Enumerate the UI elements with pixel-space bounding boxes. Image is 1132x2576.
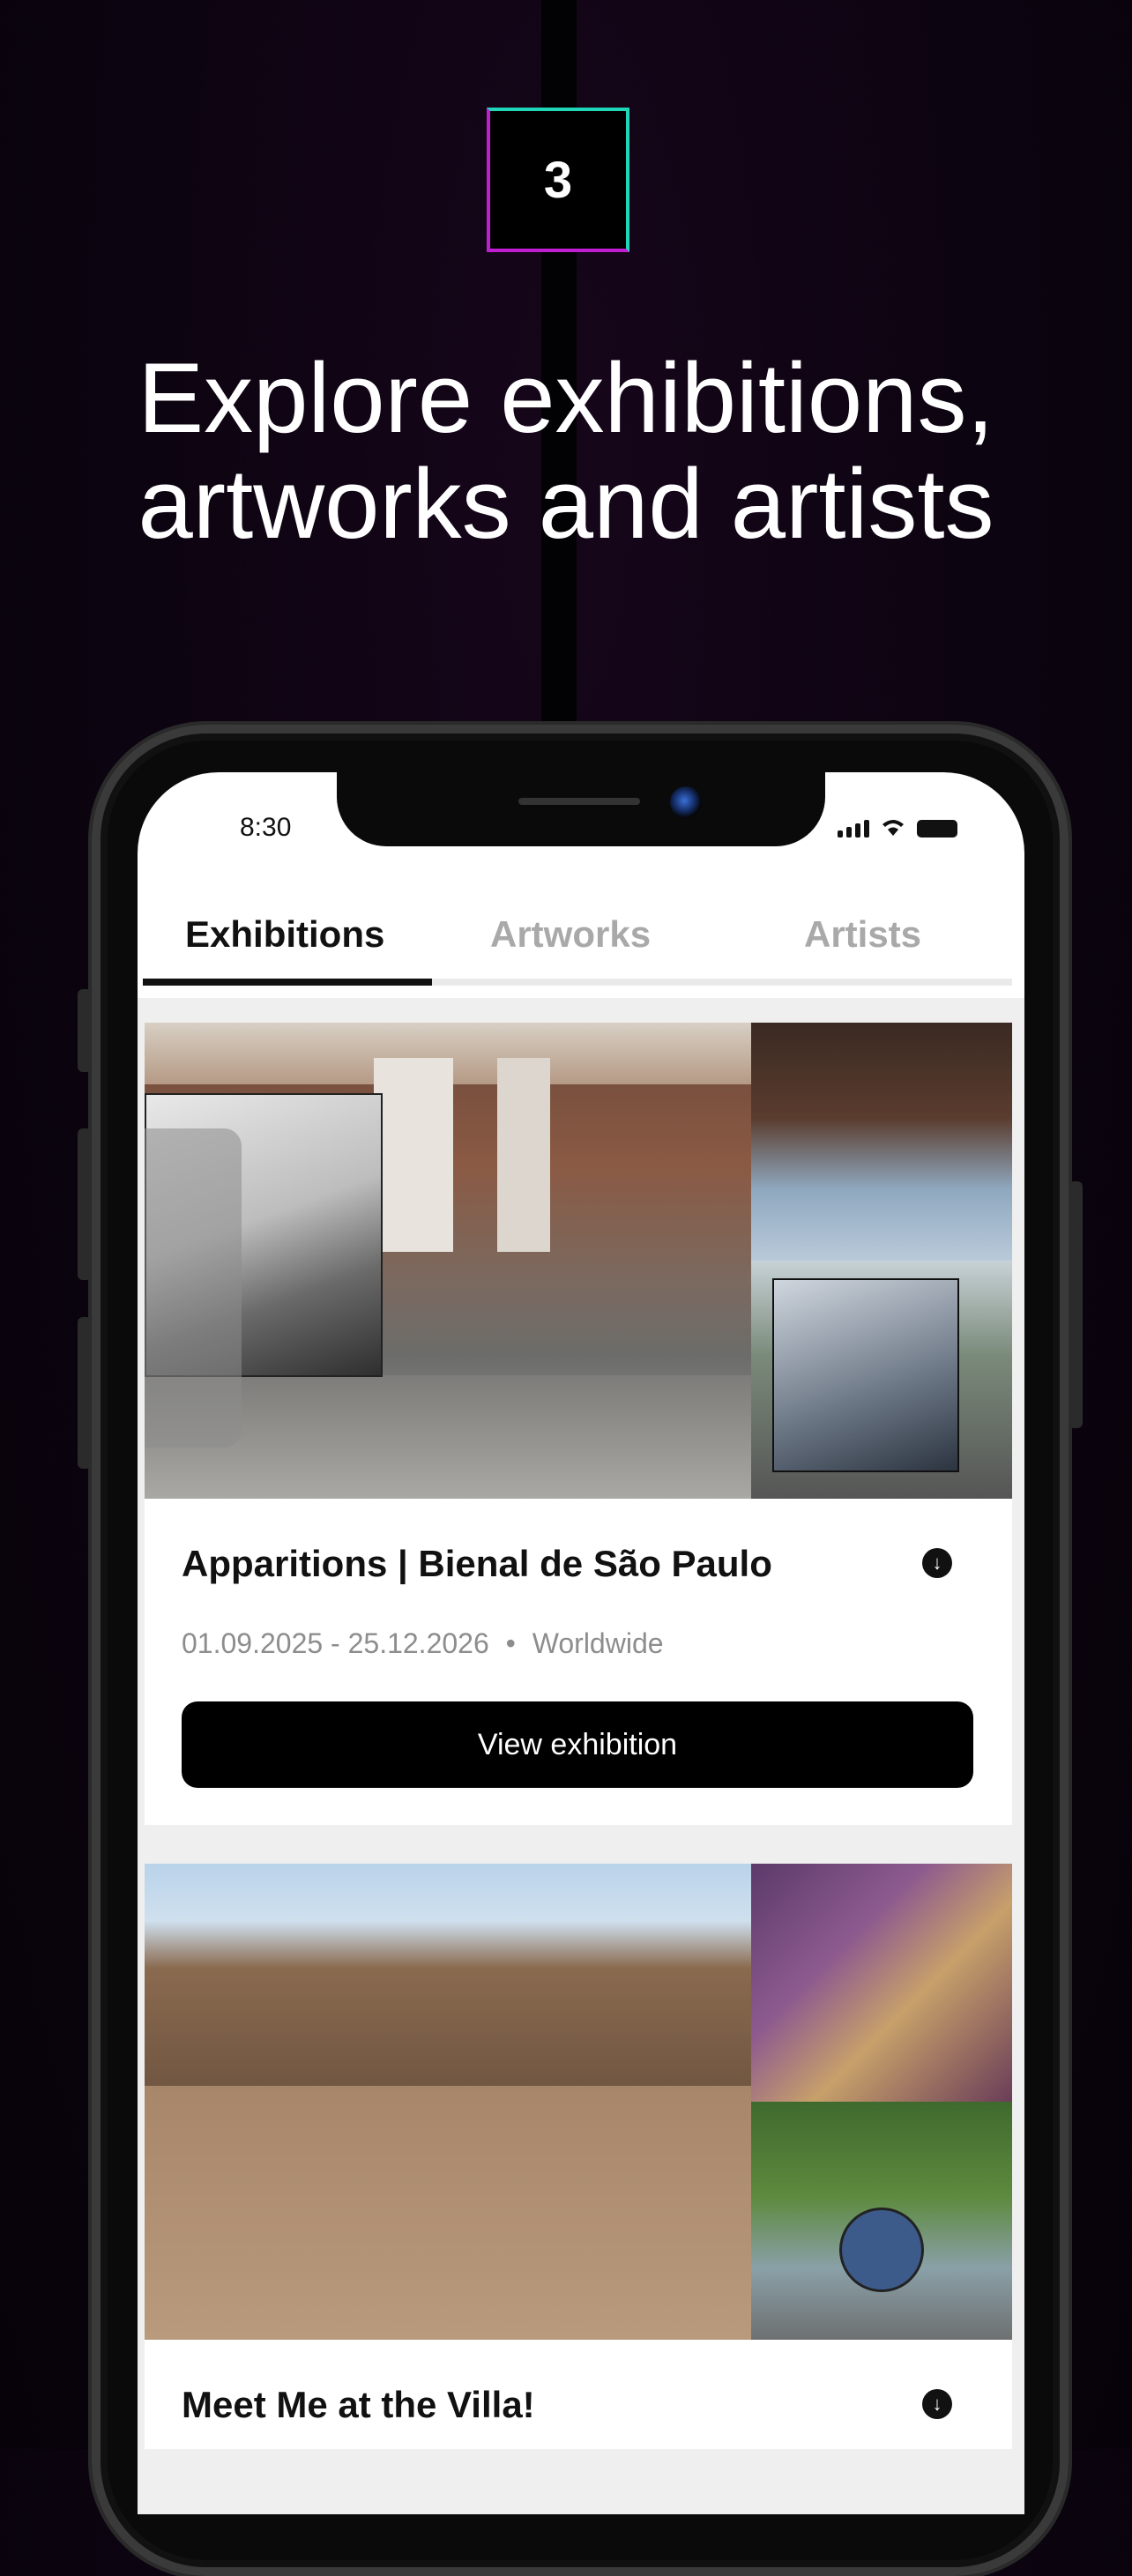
step-number: 3 xyxy=(543,151,573,209)
phone-notch xyxy=(337,772,825,846)
tab-exhibitions[interactable]: Exhibitions xyxy=(185,913,384,956)
exhibition-meta: 01.09.2025 - 25.12.2026 • Worldwide xyxy=(182,1627,664,1660)
phone-power-button xyxy=(1069,1181,1083,1428)
exhibition-dates: 01.09.2025 - 25.12.2026 xyxy=(182,1627,489,1659)
exhibition-title[interactable]: Meet Me at the Villa! xyxy=(182,2384,535,2426)
tab-artists[interactable]: Artists xyxy=(804,913,921,956)
street-photo xyxy=(751,1261,1012,1499)
exhibition-card[interactable]: Apparitions | Bienal de São Paulo ↓ 01.0… xyxy=(145,1023,1012,1825)
tab-bar: Exhibitions Artworks Artists xyxy=(143,903,1012,987)
wifi-icon xyxy=(883,820,904,836)
status-time: 8:30 xyxy=(240,813,292,842)
tab-active-indicator xyxy=(143,979,432,986)
meta-separator: • xyxy=(505,1627,516,1659)
download-icon[interactable]: ↓ xyxy=(922,1548,952,1578)
exhibition-image-collage xyxy=(145,1864,1012,2340)
portrait-photo xyxy=(751,1023,1012,1261)
download-icon[interactable]: ↓ xyxy=(922,2389,952,2419)
phone-mute-switch xyxy=(78,989,92,1072)
video-player-overlay[interactable] xyxy=(145,1128,242,1448)
tab-artworks[interactable]: Artworks xyxy=(490,913,651,956)
phone-volume-down xyxy=(78,1317,92,1469)
headline-line-2: artworks and artists xyxy=(138,449,994,559)
speaker-grille xyxy=(518,798,640,805)
phone-volume-up xyxy=(78,1128,92,1280)
park-monument-photo xyxy=(751,2102,1012,2340)
status-icons xyxy=(838,816,957,838)
promo-headline: Explore exhibitions, artworks and artist… xyxy=(0,346,1132,557)
sculpture-photo xyxy=(751,1864,1012,2102)
headline-line-1: Explore exhibitions, xyxy=(138,343,994,453)
exhibition-title[interactable]: Apparitions | Bienal de São Paulo xyxy=(182,1543,772,1585)
exhibition-card[interactable]: Meet Me at the Villa! ↓ xyxy=(145,1864,1012,2449)
exhibition-image-collage xyxy=(145,1023,1012,1499)
signal-icon xyxy=(838,820,869,838)
flooded-structure-photo xyxy=(145,1864,751,2340)
view-exhibition-button[interactable]: View exhibition xyxy=(182,1701,973,1788)
exhibition-location: Worldwide xyxy=(532,1627,664,1659)
front-camera xyxy=(670,786,702,818)
battery-icon xyxy=(917,820,957,838)
step-badge: 3 xyxy=(487,108,629,252)
